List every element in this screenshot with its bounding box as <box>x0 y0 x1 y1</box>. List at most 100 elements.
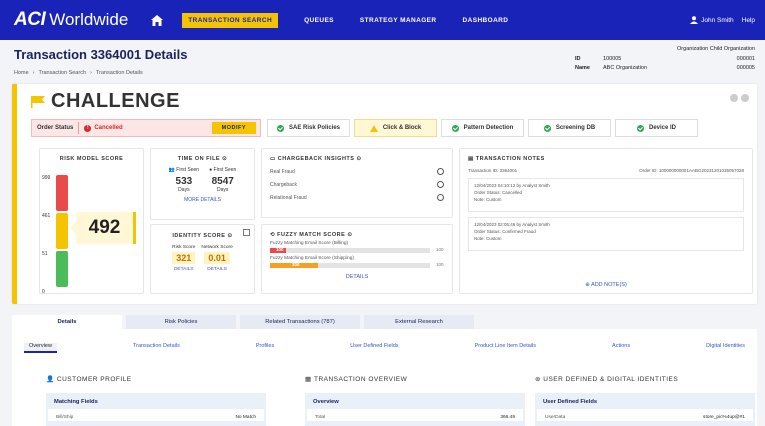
panel-options <box>730 94 749 102</box>
note-entry: 12/04/2023 04:10:12 by Analyst Smith Ord… <box>468 178 744 212</box>
nav-queues[interactable]: QUEUES <box>304 17 334 24</box>
user-icon <box>690 16 699 24</box>
days-unit: Days <box>217 187 229 193</box>
fuzzy-progress-track: 100 100 <box>270 247 444 253</box>
subtab-profiles[interactable]: Profiles <box>256 343 274 353</box>
people-icon: 👥 <box>168 167 175 173</box>
more-details-link[interactable]: MORE DETAILS <box>151 197 254 203</box>
fuzzy-score-max: 100 <box>436 262 444 267</box>
nav-transaction-search[interactable]: TRANSACTION SEARCH <box>182 12 279 28</box>
chargeback-row: Chargeback <box>262 181 452 188</box>
tab-risk-policies[interactable]: Risk Policies <box>126 315 236 329</box>
tab-related-transactions[interactable]: Related Transactions (787) <box>240 315 360 329</box>
fuzzy-row-billing: Fuzzy Matching Email Score (Billing) 100… <box>270 241 444 253</box>
chargeback-insights-title: ▭ CHARGEBACK INSIGHTS ⊙ <box>270 156 362 162</box>
subtab-actions[interactable]: Actions <box>612 343 630 353</box>
check-sae-risk-policies[interactable]: SAE Risk Policies <box>267 119 350 137</box>
breadcrumb: Home › Transaction Search › Transaction … <box>14 70 143 76</box>
risk-score-details-link[interactable]: DETAILS <box>172 267 195 272</box>
nav-dashboard[interactable]: DASHBOARD <box>463 17 509 24</box>
page-title: Transaction 3364001 Details <box>14 47 188 62</box>
notes-order-id: Order ID: 100000000001AABG20231201035057… <box>639 168 744 173</box>
card-icon: ▭ <box>270 156 276 162</box>
fuzzy-details-link[interactable]: DETAILS <box>262 274 452 280</box>
subtab-overview[interactable]: Overview <box>24 343 57 353</box>
risk-score-label: Risk Score <box>172 245 196 250</box>
check-icon <box>276 124 284 132</box>
flag-icon <box>31 95 45 108</box>
risk-score-value: 492 <box>70 212 136 244</box>
fuzzy-progress-track: 300 100 <box>270 262 444 268</box>
organization-info: Organization Child Organization ID 10000… <box>575 46 755 74</box>
subtab-product-line-item-details[interactable]: Product Line Item Details <box>475 343 536 353</box>
help-link[interactable]: Help <box>742 17 755 24</box>
order-status-bar: Order Status ! Cancelled MODIFY <box>31 119 261 137</box>
aci-logo[interactable]: ACI Worldwide <box>14 9 128 31</box>
check-device-id[interactable]: Device ID <box>615 119 698 137</box>
fuzzy-score-value: 100 <box>276 247 284 252</box>
challenge-panel: CHALLENGE Order Status ! Cancelled MODIF… <box>12 84 757 304</box>
overview-section: Overview Total 366.49 <box>305 393 525 426</box>
document-icon: ▤ <box>468 156 474 162</box>
link-icon[interactable]: ⊙ <box>227 233 232 239</box>
subtab-transaction-details[interactable]: Transaction Details <box>133 343 180 353</box>
customer-profile-title: 👤 CUSTOMER PROFILE <box>46 375 132 384</box>
network-score-label: Network Score <box>201 245 233 250</box>
link-icon[interactable]: ⊙ <box>222 156 227 162</box>
order-status-value: Cancelled <box>94 125 123 131</box>
fuzzy-match-title: ⟲ FUZZY MATCH SCORE ⊙ <box>270 232 353 238</box>
check-tabs: SAE Risk Policies Click & Block Pattern … <box>267 119 698 137</box>
first-seen-days-value: 8547 <box>211 176 234 187</box>
org-name-label: Name <box>575 65 590 71</box>
chargeback-insights-card: ▭ CHARGEBACK INSIGHTS ⊙ Real Fraud Charg… <box>261 148 453 218</box>
check-icon <box>543 124 551 132</box>
add-notes-link[interactable]: ⊕ ADD NOTE(S) <box>460 282 752 288</box>
network-score-details-link[interactable]: DETAILS <box>201 267 232 272</box>
status-icon <box>437 194 444 201</box>
breadcrumb-home[interactable]: Home <box>14 70 29 76</box>
risk-gauge-high <box>56 175 68 211</box>
link-icon[interactable]: ⊙ <box>357 156 362 162</box>
first-seen-label: ● First Seen <box>209 167 237 173</box>
tab-details[interactable]: Details <box>12 315 122 329</box>
check-screening-db[interactable]: Screening DB <box>528 119 611 137</box>
risk-tick: 51 <box>42 251 48 257</box>
cancel-icon: ! <box>84 124 92 132</box>
table-icon: ▦ <box>305 376 312 383</box>
top-navigation-bar: ACI Worldwide TRANSACTION SEARCH QUEUES … <box>0 0 765 40</box>
check-pattern-detection[interactable]: Pattern Detection <box>441 119 524 137</box>
settings-icon[interactable] <box>730 94 738 102</box>
risk-tick: 999 <box>42 175 51 181</box>
breadcrumb-transaction-search[interactable]: Transaction Search <box>39 70 87 76</box>
user-icon: 👤 <box>46 376 55 383</box>
note-entry: 12/04/2023 02:05:46 by Analyst Smith Ord… <box>468 217 744 251</box>
identity-score-card: IDENTITY SCORE ⊙ Risk Score 321 DETAILS … <box>150 224 255 294</box>
nav-strategy-manager[interactable]: STRATEGY MANAGER <box>360 17 437 24</box>
fuzzy-score-max: 100 <box>436 247 444 252</box>
sync-icon: ⟲ <box>270 232 276 238</box>
link-icon[interactable]: ⊙ <box>347 232 352 238</box>
identity-risk-score-value: 321 <box>172 252 196 264</box>
transaction-overview-title: ▦ TRANSACTION OVERVIEW <box>305 375 408 384</box>
home-icon[interactable] <box>150 13 164 27</box>
risk-gauge <box>56 175 68 287</box>
warning-icon <box>369 124 378 132</box>
risk-model-score-card: RISK MODEL SCORE 999 461 51 0 492 <box>39 148 144 295</box>
transaction-notes-title: ▤ TRANSACTION NOTES <box>468 156 545 162</box>
modify-button[interactable]: MODIFY <box>211 122 256 134</box>
tab-external-research[interactable]: External Research <box>364 315 474 329</box>
user-defined-fields-section: User Defined Fields UserData store_pic%4u… <box>535 393 755 426</box>
subtab-digital-identities[interactable]: Digital Identities <box>706 343 745 353</box>
days-unit: Days <box>178 187 190 193</box>
child-name-value: 000005 <box>736 65 755 71</box>
subtab-user-defined-fields[interactable]: User Defined Fields <box>350 343 398 353</box>
matching-fields-section: Matching Fields Bill/Ship No Match <box>46 393 266 426</box>
settings-icon[interactable] <box>741 94 749 102</box>
user-name-link[interactable]: John Smith <box>701 17 734 24</box>
edit-icon[interactable] <box>243 229 250 236</box>
transaction-notes-card: ▤ TRANSACTION NOTES Transaction ID: 3364… <box>459 148 753 294</box>
org-id-label: ID <box>575 56 581 62</box>
order-status-label: Order Status <box>37 125 74 131</box>
plus-icon: ⊕ <box>585 282 590 288</box>
check-click-block[interactable]: Click & Block <box>354 119 437 137</box>
